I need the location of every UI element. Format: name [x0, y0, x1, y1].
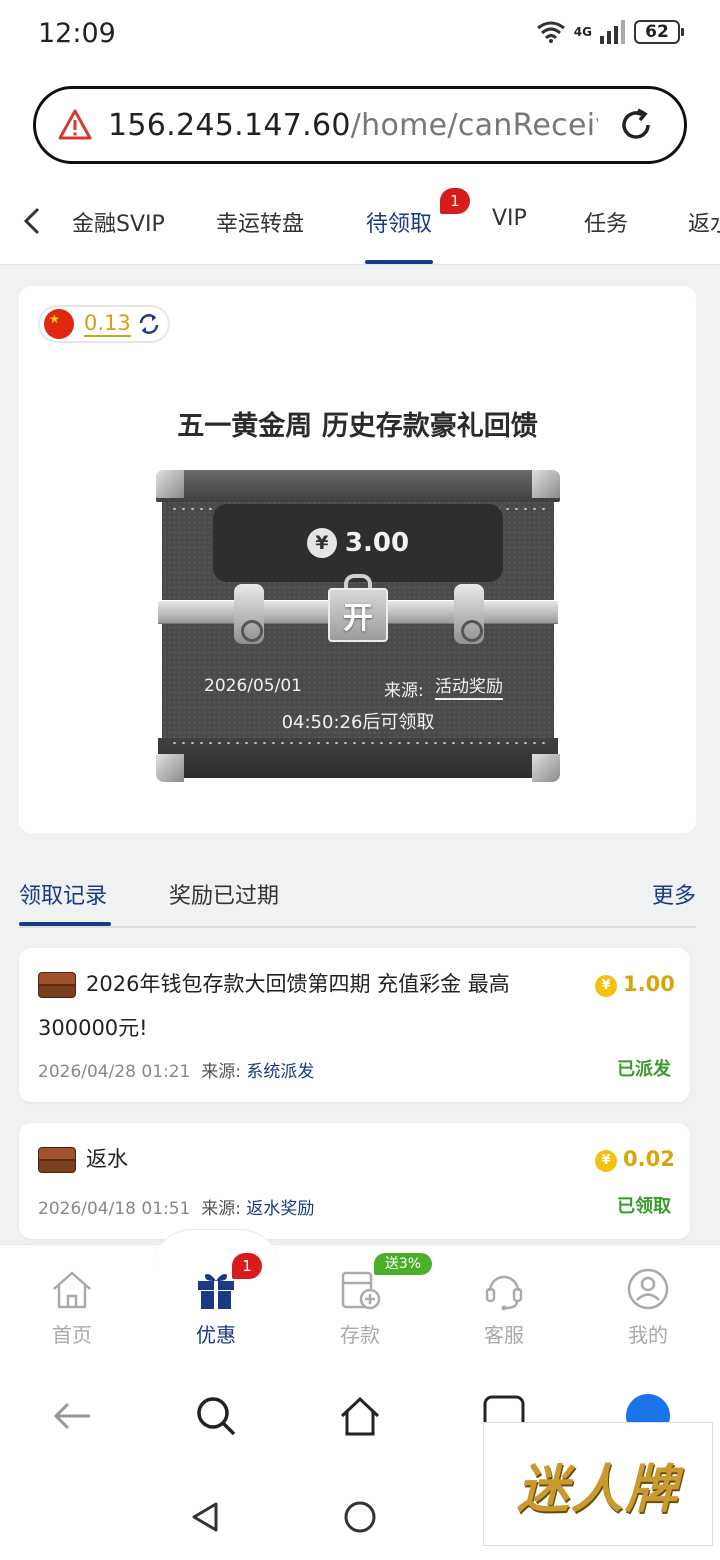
tab-badge: 1 [440, 188, 470, 214]
chest-icon [38, 1147, 76, 1173]
chest-amount-panel: ¥ 3.00 [213, 504, 503, 582]
more-link[interactable]: 更多 [652, 878, 696, 910]
open-label: 开 [343, 601, 373, 636]
chest-source-link[interactable]: 活动奖励 [435, 676, 503, 700]
nav-support-label: 客服 [484, 1323, 524, 1347]
wifi-icon [536, 21, 565, 43]
home-icon [53, 1271, 91, 1309]
tab-pending[interactable]: 待领取 [366, 206, 432, 238]
status-icons: 4G 62 [536, 20, 684, 44]
nav-profile[interactable]: 我的 [598, 1267, 698, 1348]
category-tabs: 金融SVIP 幸运转盘 待领取 VIP 任务 返水 [0, 180, 720, 265]
records-tab-indicator [19, 922, 111, 926]
coin-icon: ¥ [595, 975, 617, 997]
yuan-icon: ¥ [306, 528, 337, 558]
tab-lucky-wheel[interactable]: 幸运转盘 [216, 206, 304, 238]
reload-icon[interactable] [616, 105, 656, 145]
record-item[interactable]: 2026年钱包存款大回馈第四期 充值彩金 最高 300000元! 2026/04… [19, 948, 690, 1102]
record-status: 已派发 [617, 1059, 671, 1080]
chest-corner [532, 470, 560, 498]
browser-toolbar: 156.245.147.60/home/canReceive [0, 70, 720, 180]
chest-corner [156, 754, 184, 782]
watermark-text: 迷人牌 [516, 1459, 679, 1520]
nav-badge: 1 [232, 1253, 262, 1279]
balance-pill[interactable]: ★ 0.13 [38, 305, 170, 343]
chevron-left-icon[interactable] [20, 206, 44, 236]
status-bar: 12:09 4G 62 [0, 0, 720, 70]
url-path: /home/canReceive [350, 107, 598, 143]
chest-rim-top [156, 470, 560, 502]
chest-latch [234, 584, 264, 644]
chest-latch [454, 584, 484, 644]
record-source-label: 来源: [201, 1062, 241, 1082]
china-flag-icon: ★ [44, 309, 74, 339]
record-title-cont: 300000元! [38, 1016, 148, 1040]
record-source: 系统派发 [246, 1062, 315, 1082]
record-amount: 0.02 [623, 1147, 675, 1171]
coin-icon: ¥ [595, 1150, 617, 1172]
nav-profile-label: 我的 [628, 1323, 668, 1347]
record-meta: 2026/04/18 01:51 来源: 返水奖励 [38, 1194, 314, 1219]
treasure-chest[interactable]: ¥ 3.00 开 2026/05/01 来源: 活动奖励 04:50:26后可领… [156, 470, 560, 782]
network-label: 4G [573, 25, 592, 39]
nav-home[interactable]: 首页 [22, 1267, 122, 1348]
status-time: 12:09 [38, 18, 116, 49]
signal-icon [600, 20, 625, 44]
record-title: 返水 [86, 1147, 128, 1171]
tab-rebate[interactable]: 返水 [688, 206, 720, 238]
balance-value: 0.13 [84, 311, 131, 337]
deposit-bonus-tag: 送3% [374, 1253, 432, 1275]
search-icon[interactable] [194, 1394, 238, 1438]
records-tabs: 领取记录 奖励已过期 更多 [19, 860, 696, 928]
chest-amount: 3.00 [344, 528, 410, 558]
record-title: 2026年钱包存款大回馈第四期 充值彩金 最高 [86, 972, 510, 996]
record-source-label: 来源: [201, 1199, 241, 1219]
url-text[interactable]: 156.245.147.60/home/canReceive [108, 108, 598, 143]
tab-vip[interactable]: VIP [492, 206, 527, 231]
home-icon[interactable] [338, 1394, 382, 1438]
system-home-icon[interactable] [343, 1500, 377, 1534]
address-bar[interactable]: 156.245.147.60/home/canReceive [33, 86, 687, 164]
back-arrow-icon[interactable] [50, 1394, 94, 1438]
open-button[interactable]: 开 [328, 588, 388, 642]
chest-source-label: 来源: [384, 681, 424, 701]
nav-deposit[interactable]: 存款 [310, 1267, 410, 1348]
nav-support[interactable]: 客服 [454, 1267, 554, 1348]
nav-home-label: 首页 [52, 1323, 92, 1347]
chest-icon [38, 972, 76, 998]
nav-promotions-label: 优惠 [196, 1323, 236, 1347]
promo-title: 五一黄金周 历史存款豪礼回馈 [177, 411, 538, 442]
record-amount: 1.00 [623, 972, 675, 996]
record-datetime: 2026/04/28 01:21 [38, 1062, 191, 1082]
chest-corner [156, 470, 184, 498]
chest-studs-bottom [170, 740, 546, 746]
active-tab-indicator [365, 260, 433, 264]
user-icon [627, 1268, 669, 1310]
record-status: 已领取 [617, 1196, 671, 1217]
url-host: 156.245.147.60 [108, 107, 351, 143]
tab-tasks[interactable]: 任务 [584, 206, 628, 238]
bottom-nav: 首页 优惠 1 存款 送3% 客服 我的 [0, 1229, 720, 1364]
record-item[interactable]: 返水 2026/04/18 01:51 来源: 返水奖励 ¥ 0.02 已领取 [19, 1123, 690, 1239]
refresh-icon[interactable] [137, 312, 161, 336]
reward-card: ★ 0.13 五一黄金周 历史存款豪礼回馈 ¥ 3.00 开 2026/05/0… [19, 286, 696, 833]
chest-corner [532, 754, 560, 782]
system-back-icon[interactable] [188, 1500, 222, 1534]
tab-svip[interactable]: 金融SVIP [72, 206, 165, 238]
nav-deposit-label: 存款 [340, 1323, 380, 1347]
chest-countdown: 04:50:26后可领取 [281, 712, 435, 733]
watermark-logo: 迷人牌 [483, 1422, 713, 1546]
record-datetime: 2026/04/18 01:51 [38, 1199, 191, 1219]
battery-indicator: 62 [634, 20, 684, 44]
nav-promotions[interactable]: 优惠 [166, 1267, 266, 1348]
tab-claim-records[interactable]: 领取记录 [19, 878, 107, 910]
chest-date: 2026/05/01 [204, 676, 302, 696]
record-meta: 2026/04/28 01:21 来源: 系统派发 [38, 1057, 314, 1082]
tab-expired-rewards[interactable]: 奖励已过期 [169, 878, 279, 910]
warning-icon[interactable] [58, 108, 92, 142]
headset-icon [485, 1275, 523, 1311]
record-source: 返水奖励 [246, 1199, 315, 1219]
